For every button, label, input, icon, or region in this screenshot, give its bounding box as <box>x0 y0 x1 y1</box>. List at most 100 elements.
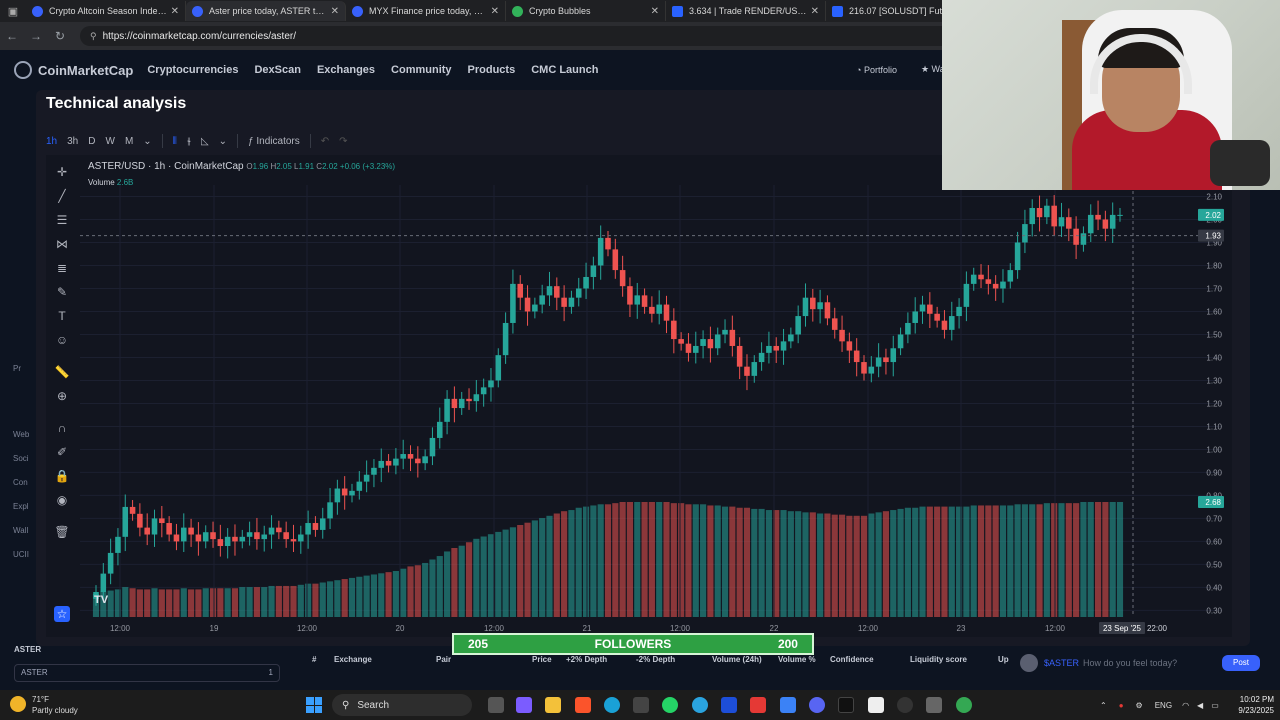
tray-overflow-icon[interactable]: ⌃ <box>1100 701 1107 710</box>
site-info-icon[interactable]: ⚲ <box>90 31 97 42</box>
volume-bar <box>1080 502 1087 617</box>
reload-icon[interactable]: ↻ <box>48 29 72 43</box>
terminal-icon[interactable] <box>838 697 854 713</box>
nav-link[interactable]: Cryptocurrencies <box>147 64 238 76</box>
brave-browser-icon[interactable] <box>575 697 591 713</box>
app-icon[interactable] <box>780 697 796 713</box>
nav-link[interactable]: DexScan <box>254 64 300 76</box>
table-column-header[interactable]: +2% Depth <box>566 655 607 664</box>
browser-tab[interactable]: Crypto Altcoin Season Index | Coi ✕ <box>26 1 186 21</box>
calculator-icon[interactable] <box>926 697 942 713</box>
favorites-star-icon[interactable]: ☆ <box>54 606 70 622</box>
back-icon[interactable]: ← <box>0 29 24 43</box>
table-column-header[interactable]: Exchange <box>334 655 372 664</box>
portfolio-link[interactable]: ◔ Portfolio <box>856 65 909 75</box>
pattern-tool-icon[interactable]: ⋈ <box>54 236 70 252</box>
nav-link[interactable]: Products <box>468 64 516 76</box>
eye-icon[interactable]: ◉ <box>54 492 70 508</box>
text-tool-icon[interactable]: T <box>54 308 70 324</box>
undo-icon[interactable]: ↶ <box>321 136 329 147</box>
telegram-icon[interactable] <box>692 697 708 713</box>
tab-close-icon[interactable]: ✕ <box>651 6 659 17</box>
tab-close-icon[interactable]: ✕ <box>331 6 339 17</box>
brush-tool-icon[interactable]: ✎ <box>54 284 70 300</box>
site-logo[interactable]: CoinMarketCap <box>38 63 133 78</box>
crosshair-tool-icon[interactable]: ✛ <box>54 164 70 180</box>
indicators-button[interactable]: ƒ Indicators <box>248 136 300 147</box>
fib-tool-icon[interactable]: ☰ <box>54 212 70 228</box>
table-column-header[interactable]: Liquidity score <box>910 655 967 664</box>
table-column-header[interactable]: # <box>312 655 316 664</box>
weather-widget[interactable]: 71°F Partly cloudy <box>10 694 78 716</box>
candle-body <box>1058 217 1065 227</box>
tab-close-icon[interactable]: ✕ <box>171 6 179 17</box>
forward-icon[interactable]: → <box>24 29 48 43</box>
post-button[interactable]: Post <box>1222 655 1260 671</box>
whatsapp-icon[interactable] <box>662 697 678 713</box>
emoji-tool-icon[interactable]: ☺ <box>54 332 70 348</box>
table-column-header[interactable]: Confidence <box>830 655 874 664</box>
table-column-header[interactable]: Volume % <box>778 655 816 664</box>
interval-button[interactable]: 1h <box>46 136 57 147</box>
projection-tool-icon[interactable]: ≣ <box>54 260 70 276</box>
browser-tab[interactable]: Aster price today, ASTER to USD l ✕ <box>186 1 346 21</box>
candle-type-icon[interactable]: ⫴ <box>173 136 177 147</box>
wifi-icon[interactable]: ◠ <box>1182 701 1189 710</box>
interval-dropdown-icon[interactable]: ⌄ <box>143 136 151 147</box>
tab-close-icon[interactable]: ✕ <box>491 6 499 17</box>
area-type-icon[interactable]: ◺ <box>201 136 209 147</box>
table-column-header[interactable]: Pair <box>436 655 451 664</box>
edge-browser-icon[interactable] <box>604 697 620 713</box>
lock-icon[interactable]: 🔒 <box>54 468 70 484</box>
interval-button[interactable]: D <box>88 136 95 147</box>
candlestick-chart[interactable]: 2.102.001.901.801.701.601.501.401.301.20… <box>80 185 1230 635</box>
redo-icon[interactable]: ↷ <box>339 136 347 147</box>
nav-link[interactable]: Exchanges <box>317 64 375 76</box>
browser-tab[interactable]: 3.634 | Trade RENDER/USDT Rend ✕ <box>666 1 826 21</box>
taskbar-search[interactable]: ⚲ Search <box>332 694 472 716</box>
chart-type-dropdown-icon[interactable]: ⌄ <box>219 136 227 147</box>
interval-button[interactable]: W <box>105 136 114 147</box>
browser-tab[interactable]: MYX Finance price today, MYX to ✕ <box>346 1 506 21</box>
table-column-header[interactable]: Price <box>532 655 552 664</box>
table-column-header[interactable]: Volume (24h) <box>712 655 762 664</box>
magnet-icon[interactable]: ∩ <box>54 420 70 436</box>
bar-type-icon[interactable]: ⫳ <box>187 136 191 147</box>
trash-icon[interactable]: 🗑 <box>54 524 70 540</box>
app-icon[interactable] <box>868 697 884 713</box>
obs-icon[interactable] <box>897 697 913 713</box>
language-indicator[interactable]: ENG <box>1155 701 1172 710</box>
table-column-header[interactable]: Up <box>998 655 1009 664</box>
table-column-header[interactable]: -2% Depth <box>636 655 675 664</box>
windows-start-icon[interactable] <box>306 697 322 713</box>
wps-icon[interactable] <box>750 697 766 713</box>
system-clock[interactable]: 10:02 PM 9/23/2025 <box>1218 694 1274 716</box>
discord-icon[interactable] <box>809 697 825 713</box>
nav-link[interactable]: CMC Launch <box>531 64 598 76</box>
store-icon[interactable] <box>633 697 649 713</box>
copilot-icon[interactable] <box>516 697 532 713</box>
app-icon[interactable] <box>721 697 737 713</box>
ruler-tool-icon[interactable]: 📏 <box>54 364 70 380</box>
lock-drawing-icon[interactable]: ✐ <box>54 444 70 460</box>
tray-app-icon[interactable]: ● <box>1119 701 1124 710</box>
url-field[interactable]: ⚲ https://coinmarketcap.com/currencies/a… <box>80 26 960 46</box>
asset-select[interactable]: ASTER 1 <box>14 664 280 682</box>
window-menu-icon[interactable]: ▣ <box>0 0 26 22</box>
page-sidebar-fragment: Pr <box>13 364 21 373</box>
volume-icon[interactable]: ◀ <box>1197 701 1203 710</box>
chrome-icon[interactable] <box>956 697 972 713</box>
task-view-icon[interactable] <box>488 697 504 713</box>
tray-app-icon[interactable]: ⚙ <box>1136 701 1143 710</box>
zoom-in-icon[interactable]: ⊕ <box>54 388 70 404</box>
candle-body <box>1014 242 1021 271</box>
trend-line-tool-icon[interactable]: ╱ <box>54 188 70 204</box>
interval-button[interactable]: M <box>125 136 133 147</box>
nav-link[interactable]: Community <box>391 64 452 76</box>
interval-button[interactable]: 3h <box>67 136 78 147</box>
candle-body <box>319 518 326 530</box>
cmc-logo-icon[interactable] <box>14 61 32 79</box>
tab-close-icon[interactable]: ✕ <box>811 6 819 17</box>
file-explorer-icon[interactable] <box>545 697 561 713</box>
browser-tab[interactable]: Crypto Bubbles ✕ <box>506 1 666 21</box>
